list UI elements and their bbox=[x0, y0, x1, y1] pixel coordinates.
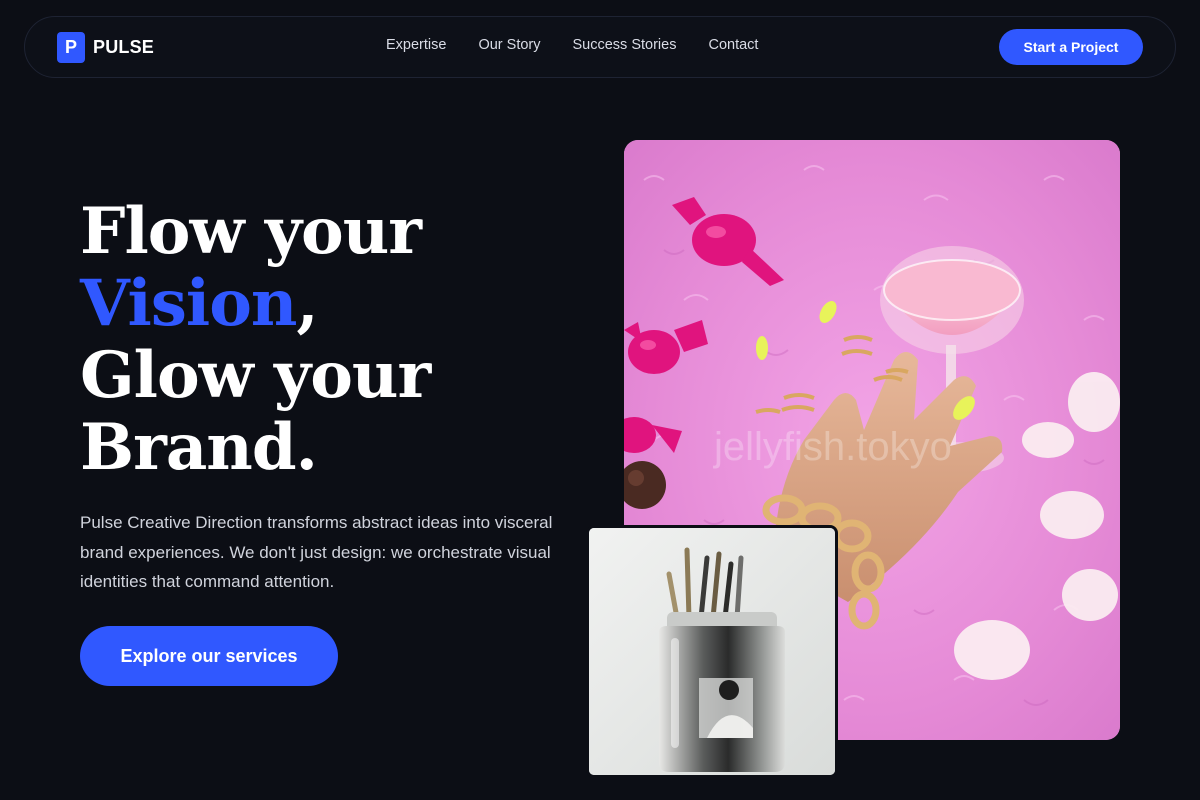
logo-mark-icon: P bbox=[57, 32, 85, 63]
nav-link-expertise[interactable]: Expertise bbox=[386, 37, 446, 53]
nav-link-our-story[interactable]: Our Story bbox=[478, 37, 540, 53]
brand-name: PULSE bbox=[93, 37, 155, 57]
headline-line-3: Glow your bbox=[80, 338, 431, 413]
headline-line-4: Brand. bbox=[80, 410, 318, 485]
nav-links: Expertise Our Story Success Stories Cont… bbox=[386, 37, 758, 53]
headline-line-1: Flow your bbox=[80, 194, 422, 269]
headline-accent-word: Vision bbox=[80, 266, 297, 341]
hero-headline: Flow your Vision, Glow your Brand. bbox=[80, 194, 431, 485]
headline-line-2: Vision, bbox=[80, 268, 430, 340]
hero-description: Pulse Creative Direction transforms abst… bbox=[80, 513, 553, 591]
headline-comma: , bbox=[296, 266, 318, 341]
paintbrush-jar-illustration bbox=[589, 528, 835, 775]
nav-link-success-stories[interactable]: Success Stories bbox=[573, 37, 677, 53]
brand-logo[interactable]: P PULSE bbox=[57, 32, 154, 63]
explore-services-button[interactable]: Explore our services bbox=[80, 626, 338, 686]
hero-secondary-image bbox=[586, 525, 838, 778]
nav-link-contact[interactable]: Contact bbox=[708, 37, 758, 53]
start-project-button[interactable]: Start a Project bbox=[999, 29, 1143, 65]
image-watermark: jellyfish.tokyo bbox=[713, 425, 952, 469]
navbar: P PULSE Expertise Our Story Success Stor… bbox=[24, 16, 1176, 78]
